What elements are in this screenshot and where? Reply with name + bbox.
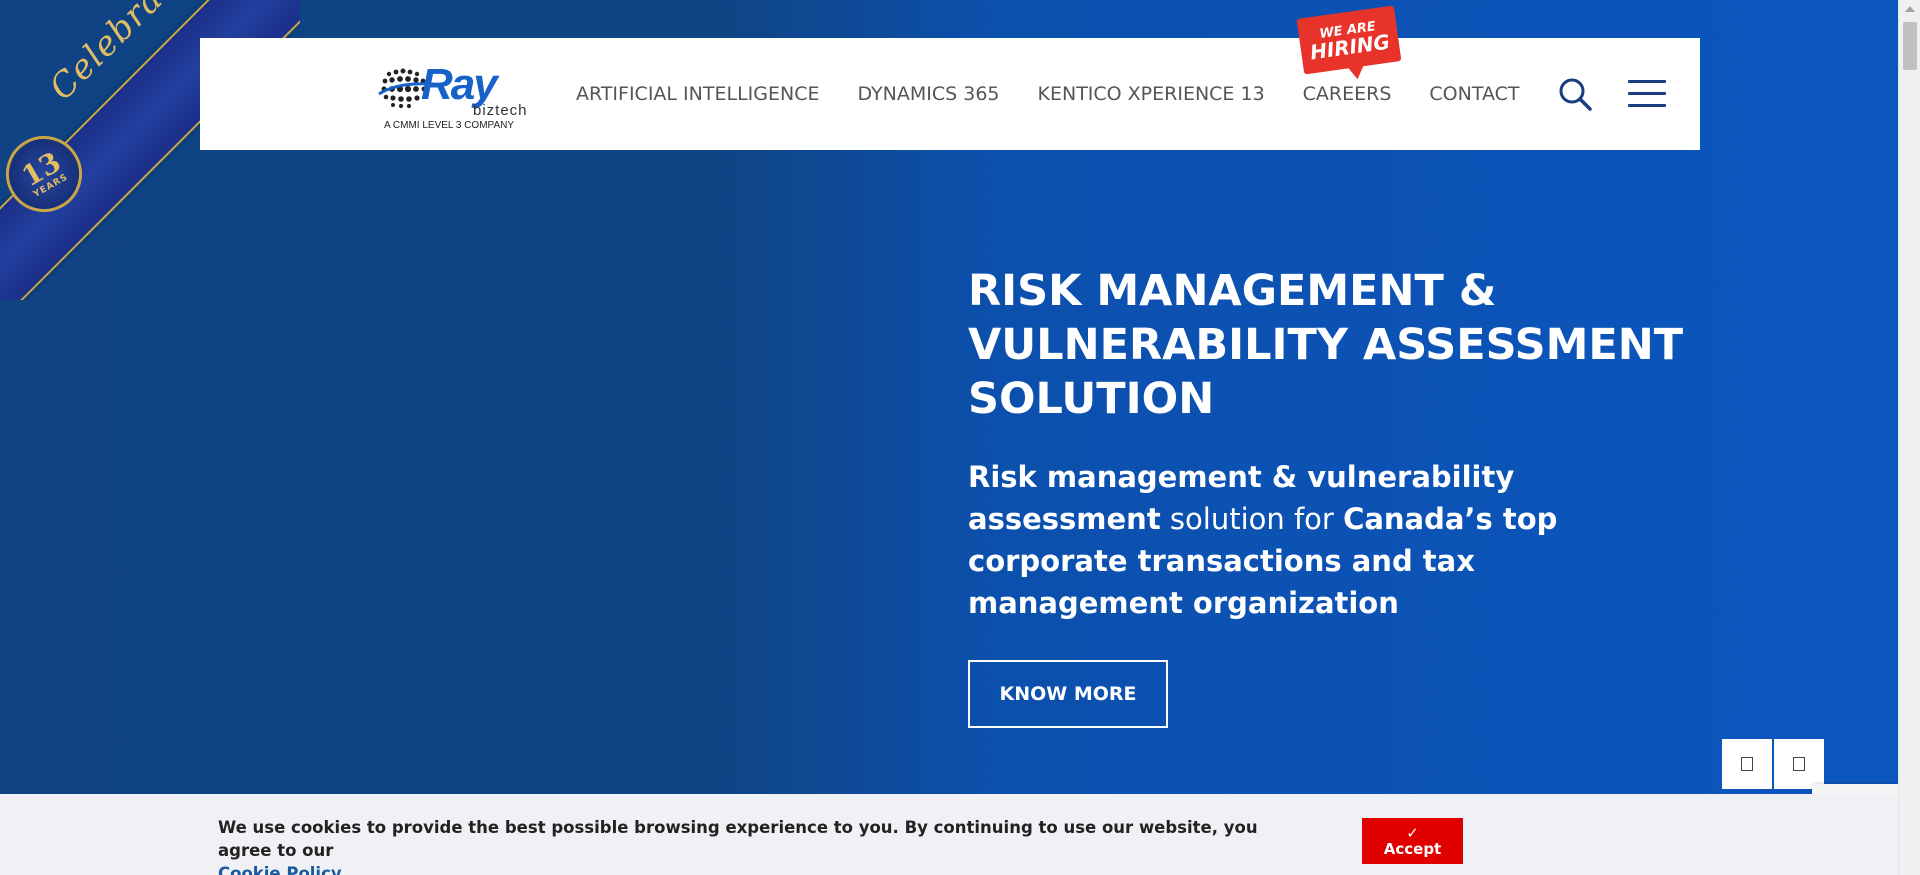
accept-label: Accept <box>1383 840 1442 858</box>
check-icon: ✓ <box>1406 823 1419 842</box>
nav-item-contact[interactable]: CONTACT <box>1429 83 1519 105</box>
logo-tagline: A CMMI LEVEL 3 COMPANY <box>384 120 515 131</box>
nav-item-kentico-xperience-13[interactable]: KENTICO XPERIENCE 13 <box>1038 83 1265 105</box>
hero-title: RISK MANAGEMENT & VULNERABILITY ASSESSME… <box>968 266 1684 424</box>
square-icon <box>1741 757 1753 771</box>
hamburger-line <box>1628 104 1666 107</box>
nav-item-dynamics-365[interactable]: DYNAMICS 365 <box>857 83 999 105</box>
search-button[interactable] <box>1558 77 1592 111</box>
hero-section: RISK MANAGEMENT & VULNERABILITY ASSESSME… <box>968 264 1688 728</box>
hero-desc-part2: solution for <box>1160 502 1344 536</box>
site-header: Ray biztech A CMMI LEVEL 3 COMPANY ARTIF… <box>200 5 1700 150</box>
floating-square-button-2[interactable] <box>1774 739 1824 789</box>
site-logo[interactable]: Ray biztech A CMMI LEVEL 3 COMPANY <box>377 60 528 131</box>
hamburger-menu-button[interactable] <box>1628 80 1666 108</box>
floating-square-button-1[interactable] <box>1722 739 1772 789</box>
cookie-banner: We use cookies to provide the best possi… <box>0 794 1898 875</box>
hero-description: Risk management & vulnerability assessme… <box>968 456 1688 624</box>
cookie-text: We use cookies to provide the best possi… <box>218 818 1258 860</box>
page-scrollbar[interactable] <box>1898 0 1920 875</box>
cookie-message: We use cookies to provide the best possi… <box>218 816 1258 875</box>
hamburger-line <box>1628 92 1666 95</box>
nav-item-artificial-intelligence[interactable]: ARTIFICIAL INTELLIGENCE <box>576 83 819 105</box>
scroll-up-arrow-icon[interactable] <box>1905 6 1915 12</box>
accept-cookies-button[interactable]: ✓ Accept <box>1362 818 1463 864</box>
nav-item-careers[interactable]: CAREERS <box>1303 83 1392 105</box>
hamburger-menu-icon <box>1628 80 1666 83</box>
cookie-policy-link[interactable]: Cookie Policy <box>218 864 342 875</box>
square-icon <box>1793 757 1805 771</box>
know-more-button[interactable]: KNOW MORE <box>968 660 1168 728</box>
logo-sub: biztech <box>473 102 528 119</box>
search-icon <box>1559 78 1592 111</box>
scrollbar-thumb[interactable] <box>1903 22 1917 70</box>
